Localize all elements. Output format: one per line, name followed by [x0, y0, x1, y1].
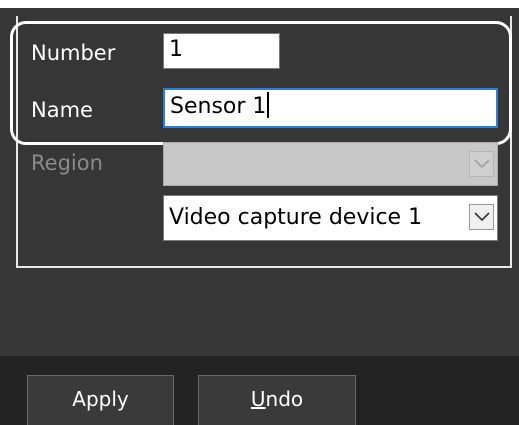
settings-panel: Number 1 Name Sensor 1 Region Video capt…	[0, 8, 519, 356]
apply-button[interactable]: Apply	[27, 375, 174, 425]
device-value: Video capture device 1	[169, 205, 423, 230]
device-dropdown-button[interactable]	[469, 204, 494, 230]
region-label: Region	[31, 151, 103, 175]
chevron-down-icon	[474, 212, 490, 222]
region-dropdown-button	[469, 151, 494, 177]
undo-button[interactable]: Undo	[198, 375, 356, 425]
apply-button-label: Apply	[72, 387, 129, 411]
button-bar: Apply Undo	[0, 356, 519, 425]
undo-button-label: ndo	[265, 387, 304, 411]
device-dropdown[interactable]: Video capture device 1	[163, 195, 498, 241]
number-label: Number	[31, 41, 116, 65]
name-field[interactable]: Sensor 1	[163, 88, 498, 128]
name-value: Sensor 1	[170, 94, 267, 119]
undo-mnemonic: U	[250, 387, 266, 411]
text-caret	[267, 92, 270, 118]
name-label: Name	[31, 98, 93, 122]
top-strip	[0, 0, 519, 8]
region-dropdown	[163, 142, 498, 186]
number-value: 1	[169, 37, 183, 62]
chevron-down-icon	[474, 159, 490, 169]
number-field[interactable]: 1	[163, 33, 280, 69]
